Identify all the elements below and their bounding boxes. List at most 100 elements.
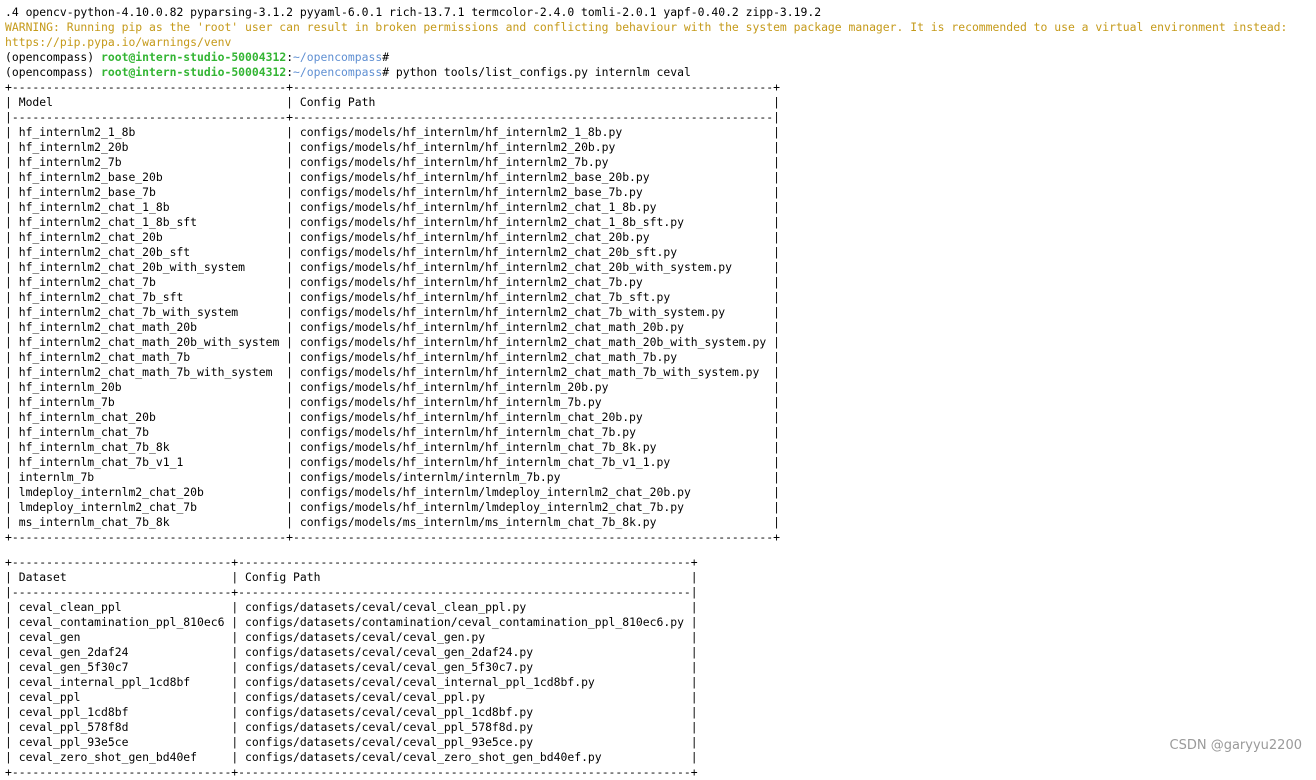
table-row: | ceval_ppl_1cd8bf | configs/datasets/ce…	[5, 705, 1316, 720]
model-config-table: +---------------------------------------…	[5, 80, 1316, 545]
table-cell: ceval_ppl_1cd8bf	[18, 705, 129, 719]
table-cell: hf_internlm2_chat_math_20b	[18, 320, 198, 334]
table-cell: configs/models/hf_internlm/hf_internlm2_…	[299, 320, 684, 334]
table-border: |	[533, 720, 698, 734]
prompt-user-host: root@intern-studio-50004312	[101, 50, 287, 64]
table-cell: hf_internlm_chat_7b_8k	[18, 440, 170, 454]
table-border: |	[66, 570, 246, 584]
table-header-row: | Dataset | Config Path |	[5, 570, 1316, 585]
table-border: |	[94, 470, 300, 484]
table-cell: configs/datasets/ceval/ceval_gen_5f30c7.…	[245, 660, 534, 674]
table-border: |	[5, 245, 19, 259]
table-border: |	[759, 365, 780, 379]
table-cell: ceval_ppl	[18, 690, 81, 704]
table-row: | hf_internlm2_chat_7b_sft | configs/mod…	[5, 290, 1316, 305]
table-cell: hf_internlm2_chat_20b_sft	[18, 245, 191, 259]
table-border: |	[690, 485, 780, 499]
table-cell: configs/models/hf_internlm/hf_internlm_c…	[299, 455, 671, 469]
table-cell: configs/models/hf_internlm/hf_internlm2_…	[299, 275, 643, 289]
table-border: |	[149, 425, 300, 439]
table-cell: hf_internlm2_7b	[18, 155, 122, 169]
table-cell: ceval_zero_shot_gen_bd40ef	[18, 750, 198, 764]
table-border: |	[5, 615, 19, 629]
table-cell: configs/models/hf_internlm/hf_internlm2_…	[299, 185, 643, 199]
table-cell: configs/models/hf_internlm/hf_internlm2_…	[299, 140, 616, 154]
table-cell: ceval_gen_5f30c7	[18, 660, 129, 674]
table-border: |	[190, 245, 300, 259]
table-border: |	[128, 720, 246, 734]
table-cell: configs/models/hf_internlm/hf_internlm2_…	[299, 200, 657, 214]
table-cell: configs/models/hf_internlm/lmdeploy_inte…	[299, 500, 684, 514]
table-row: | ceval_zero_shot_gen_bd40ef | configs/d…	[5, 750, 1316, 765]
table-border: |	[649, 230, 780, 244]
table-border: |	[5, 630, 19, 644]
table-border: |	[190, 675, 246, 689]
table-border: |	[683, 320, 780, 334]
table-cell: ceval_contamination_ppl_810ec6	[18, 615, 225, 629]
table-border: |	[190, 350, 300, 364]
table-cell: configs/models/hf_internlm/hf_internlm2_…	[299, 155, 609, 169]
table-border: |	[608, 155, 780, 169]
table-cell: ceval_gen_2daf24	[18, 645, 129, 659]
table-border: |	[5, 200, 19, 214]
table-border: |	[5, 215, 19, 229]
table-row: | lmdeploy_internlm2_chat_7b | configs/m…	[5, 500, 1316, 515]
table-header-row: | Model | Config Path |	[5, 95, 1316, 110]
table-cell: internlm_7b	[18, 470, 95, 484]
table-border: |	[5, 95, 19, 109]
table-border: |	[5, 425, 19, 439]
table-border: |	[656, 515, 780, 529]
table-cell: ceval_ppl_93e5ce	[18, 735, 129, 749]
column-header: Config Path	[299, 95, 376, 109]
table-cell: hf_internlm_chat_7b	[18, 425, 150, 439]
table-border: |	[121, 380, 300, 394]
table-row: | hf_internlm2_base_20b | configs/models…	[5, 170, 1316, 185]
pip-install-output: .4 opencv-python-4.10.0.82 pyparsing-3.1…	[5, 5, 822, 19]
table-cell: hf_internlm2_chat_math_7b_with_system	[18, 365, 273, 379]
table-border: |	[5, 290, 19, 304]
prompt-cwd: ~/opencompass	[293, 65, 383, 79]
conda-env: (opencompass)	[5, 50, 102, 64]
table-row: | ceval_gen | configs/datasets/ceval/cev…	[5, 630, 1316, 645]
table-border: |	[5, 470, 19, 484]
table-row: | hf_internlm2_chat_math_20b_with_system…	[5, 335, 1316, 350]
table-border: |	[5, 485, 19, 499]
table-border: |	[183, 290, 300, 304]
table-border: |	[5, 720, 19, 734]
table-cell: configs/models/hf_internlm/hf_internlm2_…	[299, 215, 684, 229]
table-cell: configs/models/hf_internlm/hf_internlm2_…	[299, 290, 671, 304]
table-border: |	[526, 600, 698, 614]
table-row: | hf_internlm2_chat_math_7b_with_system …	[5, 365, 1316, 380]
table-row: | internlm_7b | configs/models/internlm/…	[5, 470, 1316, 485]
table-border: |	[169, 440, 300, 454]
table-border: |	[485, 690, 698, 704]
prompt-cwd: ~/opencompass	[293, 50, 383, 64]
table-cell: lmdeploy_internlm2_chat_7b	[18, 500, 198, 514]
table-border: |	[731, 260, 780, 274]
table-row: | hf_internlm_chat_7b | configs/models/h…	[5, 425, 1316, 440]
table-border: +---------------------------------------…	[5, 530, 780, 544]
table-cell: configs/models/hf_internlm/hf_internlm2_…	[299, 230, 650, 244]
table-cell: configs/datasets/ceval/ceval_zero_shot_g…	[245, 750, 602, 764]
table-border: |	[5, 170, 19, 184]
table-cell: hf_internlm_7b	[18, 395, 115, 409]
table-separator: |---------------------------------------…	[5, 110, 780, 124]
table-border: |	[128, 140, 300, 154]
table-border: |	[5, 140, 19, 154]
table-cell: configs/datasets/ceval/ceval_gen.py	[245, 630, 486, 644]
table-border: |	[245, 260, 300, 274]
table-border: |	[169, 200, 300, 214]
table-cell: hf_internlm2_chat_20b	[18, 230, 163, 244]
table-cell: configs/models/hf_internlm/hf_internlm2_…	[299, 350, 678, 364]
table-cell: lmdeploy_internlm2_chat_20b	[18, 485, 204, 499]
terminal-output[interactable]: .4 opencv-python-4.10.0.82 pyparsing-3.1…	[5, 5, 1316, 780]
table-border: |	[197, 750, 246, 764]
table-cell: ms_internlm_chat_7b_8k	[18, 515, 170, 529]
table-cell: hf_internlm2_base_7b	[18, 185, 156, 199]
table-cell: hf_internlm_chat_7b_v1_1	[18, 455, 184, 469]
table-border: |	[5, 515, 19, 529]
table-border: |	[5, 705, 19, 719]
pip-warning-url: https://pip.pypa.io/warnings/venv	[5, 35, 232, 49]
table-row: | hf_internlm2_chat_7b_with_system | con…	[5, 305, 1316, 320]
table-cell: configs/models/hf_internlm/hf_internlm2_…	[299, 125, 623, 139]
